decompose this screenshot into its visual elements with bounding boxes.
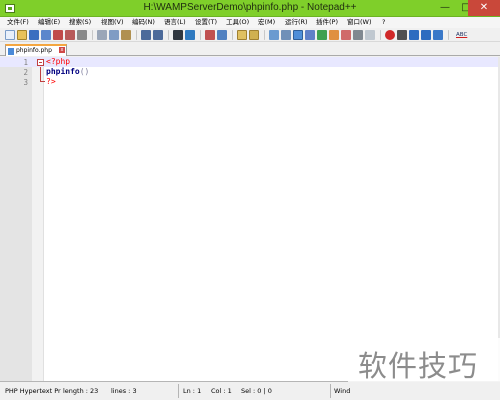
- eye-icon[interactable]: [365, 30, 375, 40]
- line-number-gutter: [0, 57, 32, 381]
- copy-icon[interactable]: [109, 30, 119, 40]
- menu-language[interactable]: 语言(L): [163, 17, 187, 28]
- open-file-icon[interactable]: [17, 30, 27, 40]
- code-line[interactable]: ?>: [46, 77, 56, 86]
- cut-icon[interactable]: [97, 30, 107, 40]
- play-macro-icon[interactable]: [409, 30, 419, 40]
- saved-file-icon: [8, 48, 14, 55]
- toolbar-separator: [168, 30, 169, 40]
- line-number: 3: [23, 78, 28, 87]
- toolbar-separator: [200, 30, 201, 40]
- doc-map-icon[interactable]: [317, 30, 327, 40]
- spellcheck-icon[interactable]: ABC: [456, 30, 474, 40]
- folder-workspace-icon[interactable]: [341, 30, 351, 40]
- status-separator: [178, 384, 179, 398]
- code-line[interactable]: <?php: [46, 57, 70, 66]
- status-length: length : 23: [63, 387, 99, 395]
- menu-tools[interactable]: 工具(O): [225, 17, 250, 28]
- tab-label: phpinfo.php: [16, 47, 52, 54]
- paste-icon[interactable]: [121, 30, 131, 40]
- find-icon[interactable]: [173, 30, 183, 40]
- save-macro-icon[interactable]: [433, 30, 443, 40]
- menu-view[interactable]: 视图(V): [100, 17, 125, 28]
- fold-guide-line: [40, 67, 41, 81]
- line-number: 1: [23, 58, 28, 67]
- php-open-tag: <?php: [46, 57, 71, 66]
- fold-margin[interactable]: [32, 57, 44, 381]
- show-all-chars-icon[interactable]: [281, 30, 291, 40]
- menu-edit[interactable]: 编辑(E): [37, 17, 61, 28]
- status-lines: lines : 3: [111, 387, 137, 395]
- sync-h-icon[interactable]: [249, 30, 259, 40]
- toolbar-separator: [380, 30, 381, 40]
- toolbar: ABC: [0, 28, 500, 42]
- menu-window[interactable]: 窗口(W): [346, 17, 373, 28]
- toolbar-separator: [448, 30, 449, 40]
- menu-encoding[interactable]: 编码(N): [131, 17, 156, 28]
- zoom-in-icon[interactable]: [205, 30, 215, 40]
- fold-collapse-icon[interactable]: [37, 59, 44, 66]
- menu-help[interactable]: ?: [381, 17, 386, 28]
- close-all-icon[interactable]: [65, 30, 75, 40]
- undo-icon[interactable]: [141, 30, 151, 40]
- toolbar-separator: [232, 30, 233, 40]
- toolbar-separator: [92, 30, 93, 40]
- tab-close-button[interactable]: x: [59, 47, 65, 53]
- toolbar-separator: [136, 30, 137, 40]
- menu-settings[interactable]: 设置(T): [194, 17, 218, 28]
- menu-run[interactable]: 运行(R): [284, 17, 309, 28]
- code-editor[interactable]: 1 2 3 <?php phpinfo() ?>: [0, 57, 500, 381]
- save-all-icon[interactable]: [41, 30, 51, 40]
- tab-phpinfo[interactable]: phpinfo.php x: [5, 44, 67, 56]
- code-line[interactable]: phpinfo(): [46, 67, 89, 76]
- fold-end-marker: [40, 81, 45, 82]
- close-window-button[interactable]: ✕: [468, 0, 500, 16]
- toolbar-separator: [264, 30, 265, 40]
- menu-search[interactable]: 搜索(S): [68, 17, 92, 28]
- language-icon[interactable]: [305, 30, 315, 40]
- tab-bar: phpinfo.php x: [0, 42, 500, 56]
- function-parens: (): [79, 67, 90, 76]
- print-icon[interactable]: [77, 30, 87, 40]
- notepadpp-window: H:\WAMPServerDemo\phpinfo.php - Notepad+…: [0, 0, 500, 400]
- function-list-icon[interactable]: [329, 30, 339, 40]
- menu-plugins[interactable]: 插件(P): [315, 17, 339, 28]
- record-macro-icon[interactable]: [385, 30, 395, 40]
- line-number: 2: [23, 68, 28, 77]
- menu-file[interactable]: 文件(F): [6, 17, 30, 28]
- title-bar[interactable]: H:\WAMPServerDemo\phpinfo.php - Notepad+…: [0, 0, 500, 17]
- menu-bar: 文件(F) 编辑(E) 搜索(S) 视图(V) 编码(N) 语言(L) 设置(T…: [0, 17, 500, 28]
- redo-icon[interactable]: [153, 30, 163, 40]
- stop-macro-icon[interactable]: [397, 30, 407, 40]
- close-icon[interactable]: [53, 30, 63, 40]
- status-selection: Sel : 0 | 0: [241, 387, 272, 395]
- status-column: Col : 1: [211, 387, 232, 395]
- current-line-highlight: [0, 57, 500, 67]
- indent-guide-icon[interactable]: [293, 30, 303, 40]
- zoom-out-icon[interactable]: [217, 30, 227, 40]
- function-name: phpinfo: [46, 67, 80, 76]
- new-file-icon[interactable]: [5, 30, 15, 40]
- menu-macro[interactable]: 宏(M): [257, 17, 276, 28]
- status-separator: [330, 384, 331, 398]
- word-wrap-icon[interactable]: [269, 30, 279, 40]
- status-file-type: PHP Hypertext Pr: [5, 387, 61, 395]
- status-eol: Wind: [334, 387, 351, 395]
- watermark-text: 软件技巧: [358, 349, 479, 383]
- php-close-tag: ?>: [46, 77, 56, 86]
- run-macro-multiple-icon[interactable]: [421, 30, 431, 40]
- sync-v-icon[interactable]: [237, 30, 247, 40]
- monitor-icon[interactable]: [353, 30, 363, 40]
- replace-icon[interactable]: [185, 30, 195, 40]
- watermark: 软件技巧: [348, 338, 500, 383]
- save-icon[interactable]: [29, 30, 39, 40]
- window-title: H:\WAMPServerDemo\phpinfo.php - Notepad+…: [143, 2, 357, 13]
- status-line-num: Ln : 1: [183, 387, 202, 395]
